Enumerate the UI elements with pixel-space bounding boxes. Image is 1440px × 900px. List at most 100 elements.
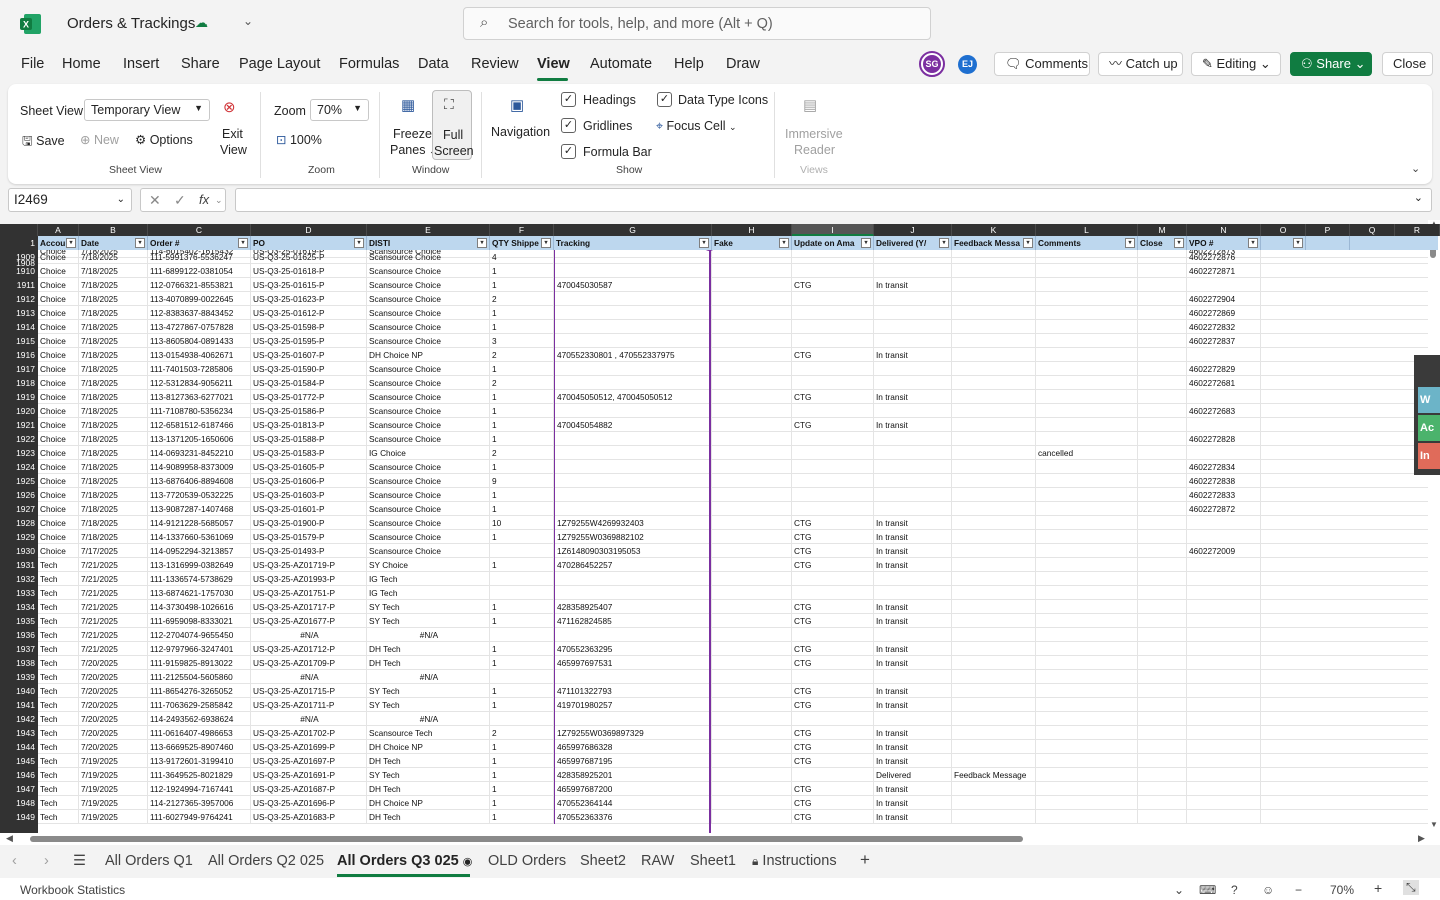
- share-button[interactable]: ⚇ Share ⌄: [1290, 52, 1372, 76]
- table-cell[interactable]: 4602272904: [1187, 292, 1261, 306]
- table-cell[interactable]: 111-7063629-2585842: [148, 698, 251, 712]
- horizontal-scrollbar[interactable]: ◀ ▶: [0, 833, 1440, 845]
- row-header[interactable]: 1929: [0, 530, 38, 544]
- table-cell[interactable]: [792, 250, 874, 264]
- table-cell[interactable]: [874, 712, 952, 726]
- table-cell[interactable]: 4602272872: [1187, 502, 1261, 516]
- table-cell[interactable]: [712, 698, 792, 712]
- side-panel-item-2[interactable]: Ac: [1418, 415, 1440, 441]
- table-cell[interactable]: US-Q3-25-01615-P: [251, 278, 367, 292]
- table-cell[interactable]: In transit: [874, 684, 952, 698]
- table-cell[interactable]: CTG: [792, 348, 874, 362]
- row-header[interactable]: 1927: [0, 502, 38, 516]
- table-cell[interactable]: [712, 810, 792, 824]
- table-cell[interactable]: 1: [490, 768, 554, 782]
- table-cell[interactable]: US-Q3-25-AZ01712-P: [251, 642, 367, 656]
- cancel-icon[interactable]: ✕: [149, 189, 161, 211]
- table-cell[interactable]: [554, 488, 712, 502]
- formula-input[interactable]: ⌄: [235, 188, 1432, 212]
- table-cell[interactable]: 1: [490, 530, 554, 544]
- table-cell[interactable]: US-Q3-25-AZ01709-P: [251, 656, 367, 670]
- table-cell[interactable]: 4602272832: [1187, 320, 1261, 334]
- expand-formula-chevron-icon[interactable]: ⌄: [1414, 191, 1423, 204]
- row-header[interactable]: 1913: [0, 306, 38, 320]
- table-cell[interactable]: [1187, 656, 1261, 670]
- table-cell[interactable]: [1036, 628, 1138, 642]
- table-cell[interactable]: [792, 712, 874, 726]
- table-cell[interactable]: [792, 432, 874, 446]
- table-cell[interactable]: [1187, 446, 1261, 460]
- zoom-100-button[interactable]: ⊡ 100%: [276, 132, 322, 147]
- table-cell[interactable]: [712, 306, 792, 320]
- table-cell[interactable]: [874, 376, 952, 390]
- table-cell[interactable]: 113-0154938-4062671: [148, 348, 251, 362]
- table-cell[interactable]: [712, 754, 792, 768]
- table-cell[interactable]: [1138, 628, 1187, 642]
- table-cell[interactable]: US-Q3-25-01612-P: [251, 306, 367, 320]
- table-cell[interactable]: US-Q3-25-01900-P: [251, 516, 367, 530]
- table-cell[interactable]: In transit: [874, 698, 952, 712]
- table-cell[interactable]: Scansource Choice: [367, 278, 490, 292]
- table-cell[interactable]: [1138, 250, 1187, 264]
- filter-dropdown-icon[interactable]: ▾: [238, 238, 248, 248]
- row-header[interactable]: 1931: [0, 558, 38, 572]
- table-cell[interactable]: 7/18/2025: [79, 390, 148, 404]
- table-cell[interactable]: 113-4727867-0757828: [148, 320, 251, 334]
- menu-share[interactable]: Share: [181, 56, 220, 72]
- table-cell[interactable]: Scansource Choice: [367, 334, 490, 348]
- table-cell[interactable]: Scansource Choice: [367, 390, 490, 404]
- immersive-reader-icon[interactable]: ▤: [803, 96, 817, 114]
- table-cell[interactable]: 10: [490, 516, 554, 530]
- table-cell[interactable]: Tech: [38, 558, 79, 572]
- table-cell[interactable]: [952, 446, 1036, 460]
- table-cell[interactable]: 114-3730498-1026616: [148, 600, 251, 614]
- table-cell[interactable]: [952, 418, 1036, 432]
- table-cell[interactable]: [1036, 516, 1138, 530]
- table-cell[interactable]: 7/18/2025: [79, 292, 148, 306]
- column-header-j[interactable]: J: [874, 224, 952, 236]
- table-cell[interactable]: Choice: [38, 516, 79, 530]
- table-cell[interactable]: [1187, 698, 1261, 712]
- table-cell[interactable]: Tech: [38, 614, 79, 628]
- table-cell[interactable]: [1138, 404, 1187, 418]
- keyboard-icon[interactable]: ⌨: [1199, 883, 1216, 897]
- table-cell[interactable]: 112-0766321-8553821: [148, 278, 251, 292]
- table-cell[interactable]: [1138, 740, 1187, 754]
- table-cell[interactable]: [1187, 712, 1261, 726]
- table-cell[interactable]: 2: [490, 726, 554, 740]
- table-cell[interactable]: [1036, 474, 1138, 488]
- table-cell[interactable]: US-Q3-25-AZ01711-P: [251, 698, 367, 712]
- table-cell[interactable]: 465997697531: [554, 656, 712, 670]
- table-cell[interactable]: US-Q3-25-01603-P: [251, 488, 367, 502]
- table-cell[interactable]: [1036, 558, 1138, 572]
- row-header[interactable]: 1935: [0, 614, 38, 628]
- tab-sheet1[interactable]: Sheet1: [690, 853, 736, 869]
- table-cell[interactable]: 7/21/2025: [79, 586, 148, 600]
- table-cell[interactable]: 7/19/2025: [79, 768, 148, 782]
- table-cell[interactable]: [1036, 544, 1138, 558]
- table-cell[interactable]: [874, 488, 952, 502]
- table-cell[interactable]: 3: [490, 334, 554, 348]
- table-cell[interactable]: [792, 460, 874, 474]
- table-cell[interactable]: [1138, 768, 1187, 782]
- table-cell[interactable]: 111-6959098-8333021: [148, 614, 251, 628]
- table-cell[interactable]: [712, 502, 792, 516]
- table-cell[interactable]: DH Tech: [367, 656, 490, 670]
- row-header[interactable]: 1922: [0, 432, 38, 446]
- table-cell[interactable]: [952, 712, 1036, 726]
- row-header[interactable]: 1948: [0, 796, 38, 810]
- table-cell[interactable]: US-Q3-25-01813-P: [251, 418, 367, 432]
- table-cell[interactable]: 470552330801 , 470552337975: [554, 348, 712, 362]
- table-cell[interactable]: [554, 432, 712, 446]
- table-cell[interactable]: CTG: [792, 810, 874, 824]
- table-cell[interactable]: DH Tech: [367, 754, 490, 768]
- table-cell[interactable]: [554, 334, 712, 348]
- freeze-panes-line1[interactable]: Freeze: [393, 127, 432, 141]
- title-chevron-down-icon[interactable]: ⌄: [243, 14, 253, 28]
- table-cell[interactable]: [1138, 656, 1187, 670]
- table-cell[interactable]: In transit: [874, 348, 952, 362]
- table-cell[interactable]: [712, 712, 792, 726]
- table-cell[interactable]: 7/18/2025: [79, 530, 148, 544]
- ribbon-collapse-chevron-icon[interactable]: ⌄: [1411, 162, 1420, 175]
- table-cell[interactable]: [1187, 796, 1261, 810]
